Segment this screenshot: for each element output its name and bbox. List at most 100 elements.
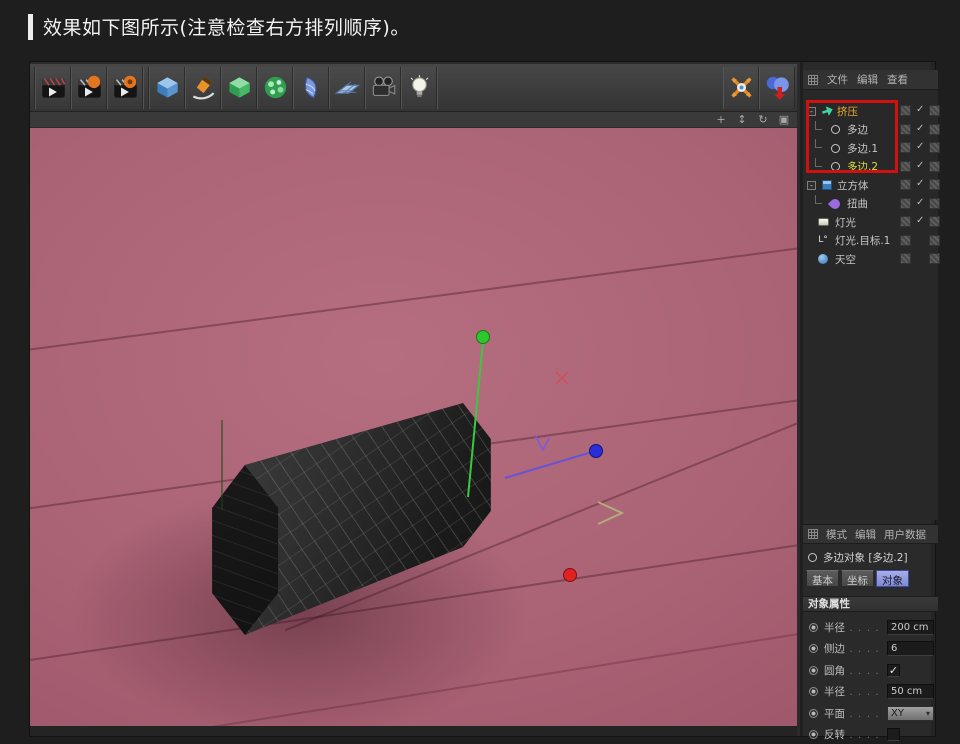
layer-toggle[interactable] [929, 253, 940, 264]
field-plane: 平面 XY ▾ [803, 704, 938, 722]
y-axis-handle [477, 331, 490, 344]
render-picture-viewer-icon[interactable] [71, 67, 107, 109]
layer-toggle[interactable] [929, 124, 940, 135]
enable-checkmark-icon[interactable]: ✓ [916, 197, 924, 208]
deformer-icon[interactable] [293, 67, 329, 109]
page-heading: 效果如下图所示(注意检查右方排列顺序)。 [28, 13, 410, 40]
tab-object[interactable]: 对象 [876, 570, 909, 587]
tree-item-cube[interactable]: - 立方体 ✓ [803, 176, 938, 194]
menu-edit[interactable]: 编辑 [855, 527, 876, 542]
menu-file[interactable]: 文件 [827, 72, 848, 87]
right-panel: 文件 编辑 查看 - 挤压 ✓ 多边 ✓ [800, 62, 935, 736]
render-button-group [34, 67, 144, 109]
pan-icon[interactable]: + [714, 113, 728, 127]
visibility-toggle[interactable] [900, 253, 911, 264]
rotate-icon[interactable]: ↻ [756, 113, 770, 127]
field-sides: 侧边 [803, 640, 938, 658]
keyframe-circle-icon[interactable] [809, 644, 818, 653]
heading-text: 效果如下图所示(注意检查右方排列顺序)。 [43, 13, 410, 40]
enable-checkmark-icon[interactable]: ✓ [916, 160, 924, 171]
tree-item-light-target[interactable]: L° 灯光.目标.1 [803, 232, 938, 250]
layer-toggle[interactable] [929, 105, 940, 116]
field-fillet-radius: 半径 [803, 683, 938, 701]
extruded-polygon-object[interactable] [185, 400, 520, 645]
viewport[interactable] [30, 128, 797, 726]
layer-toggle[interactable] [929, 142, 940, 153]
target-light-icon: L° [818, 236, 828, 245]
visibility-toggle[interactable] [900, 179, 911, 190]
tree-connector [815, 195, 822, 204]
camera-icon[interactable] [365, 67, 401, 109]
light-icon [818, 218, 829, 226]
tree-item-sky[interactable]: 天空 [803, 250, 938, 268]
tab-coordinates[interactable]: 坐标 [841, 570, 874, 587]
menu-mode[interactable]: 模式 [826, 527, 847, 542]
floor-environment-icon[interactable] [329, 67, 365, 109]
radius-input[interactable] [887, 620, 934, 635]
menu-view[interactable]: 查看 [887, 72, 908, 87]
layer-toggle[interactable] [929, 161, 940, 172]
tree-item-light[interactable]: 灯光 ✓ [803, 213, 938, 231]
layer-toggle[interactable] [929, 235, 940, 246]
field-reverse: 反转 [803, 726, 938, 744]
subdivision-surface-icon[interactable] [221, 67, 257, 109]
visibility-toggle[interactable] [900, 235, 911, 246]
cube-primitive-icon[interactable] [149, 67, 185, 109]
toolbar-right-group [723, 67, 795, 109]
spline-pen-icon[interactable] [185, 67, 221, 109]
enable-checkmark-icon[interactable]: ✓ [916, 141, 924, 152]
generator-sphere-icon[interactable] [257, 67, 293, 109]
visibility-toggle[interactable] [900, 216, 911, 227]
menu-edit[interactable]: 编辑 [857, 72, 878, 87]
nside-spline-icon [808, 553, 817, 562]
visibility-toggle[interactable] [900, 161, 911, 172]
annotation-highlight-box [806, 100, 898, 173]
layer-toggle[interactable] [929, 179, 940, 190]
z-axis-handle [590, 445, 603, 458]
menu-userdata[interactable]: 用户数据 [884, 527, 926, 542]
fillet-checkbox[interactable]: ✓ [887, 664, 900, 677]
enable-checkmark-icon[interactable]: ✓ [916, 104, 924, 115]
keyframe-circle-icon[interactable] [809, 666, 818, 675]
enable-checkmark-icon[interactable]: ✓ [916, 178, 924, 189]
fillet-radius-input[interactable] [887, 684, 934, 699]
keyframe-circle-icon[interactable] [809, 623, 818, 632]
visibility-toggle[interactable] [900, 142, 911, 153]
render-settings-icon[interactable] [107, 67, 143, 109]
tree-item-bend[interactable]: 扭曲 ✓ [803, 195, 938, 213]
expander-icon[interactable]: - [807, 181, 816, 190]
light-direction-arrow [598, 502, 622, 524]
cube-icon [822, 180, 832, 190]
sides-input[interactable] [887, 641, 934, 656]
keyframe-circle-icon[interactable] [809, 687, 818, 696]
plane-select[interactable]: XY ▾ [887, 706, 934, 721]
layer-toggle[interactable] [929, 198, 940, 209]
render-view-icon[interactable] [35, 67, 71, 109]
app-window: + ↕ ↻ ▣ [30, 62, 935, 736]
zoom-icon[interactable]: ↕ [735, 113, 749, 127]
object-tool-group [148, 67, 438, 109]
keyframe-circle-icon[interactable] [809, 730, 818, 739]
visibility-toggle[interactable] [900, 124, 911, 135]
toggle-view-icon[interactable]: ▣ [777, 113, 791, 127]
tab-basic[interactable]: 基本 [806, 570, 839, 587]
axis-crosshair-icon[interactable] [723, 67, 759, 109]
enable-checkmark-icon[interactable]: ✓ [916, 123, 924, 134]
object-manager-menubar: 文件 编辑 查看 [803, 70, 938, 90]
snap-spheres-icon[interactable] [759, 67, 795, 109]
chevron-down-icon: ▾ [926, 709, 930, 718]
keyframe-circle-icon[interactable] [809, 709, 818, 718]
field-radius: 半径 [803, 618, 938, 636]
panel-grid-icon[interactable] [808, 529, 818, 539]
reverse-checkbox[interactable] [887, 728, 900, 741]
layer-toggle[interactable] [929, 216, 940, 227]
attribute-tabs: 基本 坐标 对象 [806, 570, 909, 587]
visibility-toggle[interactable] [900, 198, 911, 209]
attribute-manager-menubar: 模式 编辑 用户数据 [803, 524, 938, 544]
enable-checkmark-icon[interactable]: ✓ [916, 215, 924, 226]
viewport-header: + ↕ ↻ ▣ [30, 112, 797, 128]
x-axis-mark [556, 372, 568, 384]
visibility-toggle[interactable] [900, 105, 911, 116]
panel-grid-icon[interactable] [808, 75, 818, 85]
light-icon[interactable] [401, 67, 437, 109]
